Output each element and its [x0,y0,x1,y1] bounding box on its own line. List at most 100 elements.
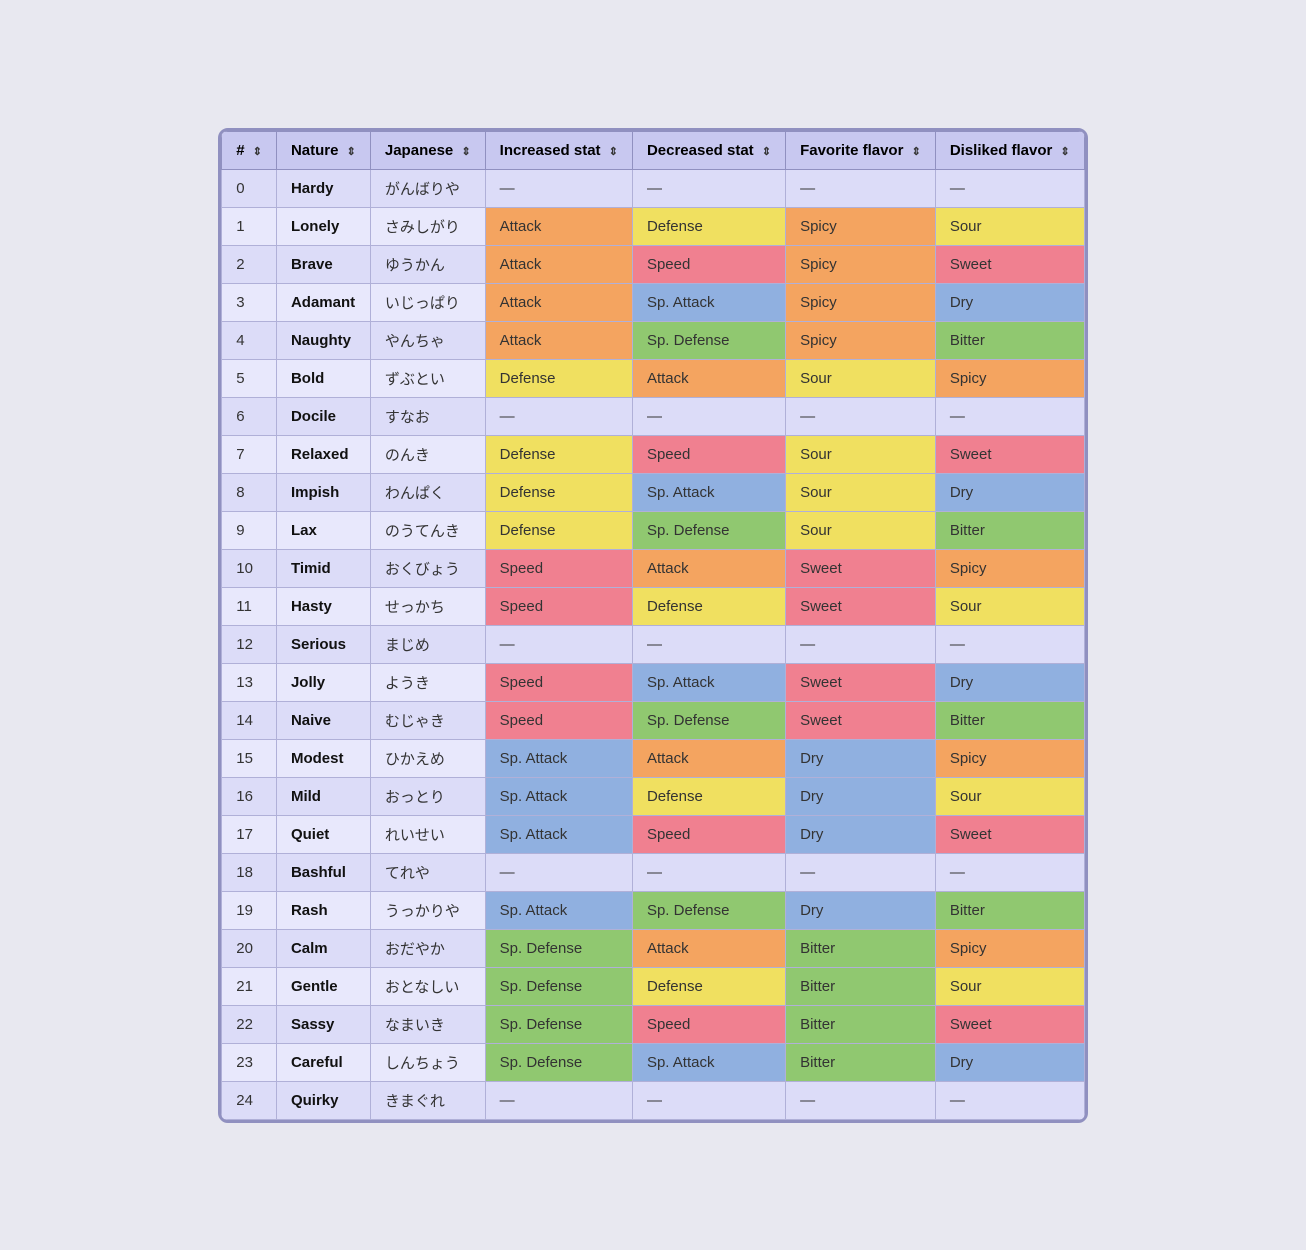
cell-nature-name: Impish [276,473,370,511]
cell-favorite-flavor: Sweet [786,663,936,701]
cell-disliked-flavor: Sweet [935,815,1084,853]
cell-japanese: やんちゃ [370,321,485,359]
cell-num: 1 [222,207,277,245]
cell-nature-name: Careful [276,1043,370,1081]
cell-decreased-stat: Sp. Defense [632,891,785,929]
sort-icon-japanese: ⇕ [461,145,470,158]
cell-num: 7 [222,435,277,473]
cell-japanese: むじゃき [370,701,485,739]
cell-favorite-flavor: Dry [786,777,936,815]
cell-nature-name: Serious [276,625,370,663]
cell-num: 14 [222,701,277,739]
cell-japanese: さみしがり [370,207,485,245]
cell-increased-stat: Sp. Defense [485,1043,632,1081]
cell-nature-name: Modest [276,739,370,777]
sort-icon-disliked: ⇕ [1061,145,1070,158]
cell-nature-name: Calm [276,929,370,967]
col-header-nature-label: Nature [291,142,339,159]
cell-decreased-stat: — [632,625,785,663]
cell-increased-stat: Attack [485,245,632,283]
cell-nature-name: Hardy [276,169,370,207]
cell-japanese: しんちょう [370,1043,485,1081]
cell-disliked-flavor: — [935,169,1084,207]
cell-disliked-flavor: — [935,853,1084,891]
cell-increased-stat: — [485,853,632,891]
col-header-disliked[interactable]: Disliked flavor ⇕ [935,131,1084,169]
table-row: 16MildおっとりSp. AttackDefenseDrySour [222,777,1085,815]
cell-increased-stat: Speed [485,549,632,587]
cell-decreased-stat: Defense [632,777,785,815]
table-row: 14NaiveむじゃきSpeedSp. DefenseSweetBitter [222,701,1085,739]
col-header-favorite[interactable]: Favorite flavor ⇕ [786,131,936,169]
col-header-japanese[interactable]: Japanese ⇕ [370,131,485,169]
table-row: 24Quirkyきまぐれ———— [222,1081,1085,1119]
cell-favorite-flavor: Sweet [786,587,936,625]
cell-favorite-flavor: Bitter [786,929,936,967]
cell-increased-stat: Speed [485,701,632,739]
table-row: 18Bashfulてれや———— [222,853,1085,891]
cell-japanese: おくびょう [370,549,485,587]
cell-num: 24 [222,1081,277,1119]
cell-increased-stat: Sp. Attack [485,777,632,815]
cell-decreased-stat: Sp. Defense [632,321,785,359]
cell-disliked-flavor: Sweet [935,435,1084,473]
cell-disliked-flavor: Dry [935,663,1084,701]
col-header-favorite-label: Favorite flavor [800,142,903,159]
cell-decreased-stat: Attack [632,549,785,587]
col-header-increased[interactable]: Increased stat ⇕ [485,131,632,169]
col-header-nature[interactable]: Nature ⇕ [276,131,370,169]
table-row: 15ModestひかえめSp. AttackAttackDrySpicy [222,739,1085,777]
cell-disliked-flavor: Sweet [935,1005,1084,1043]
cell-japanese: のうてんき [370,511,485,549]
cell-disliked-flavor: Sour [935,777,1084,815]
cell-japanese: ゆうかん [370,245,485,283]
cell-disliked-flavor: Sweet [935,245,1084,283]
cell-favorite-flavor: Spicy [786,245,936,283]
cell-increased-stat: Attack [485,207,632,245]
cell-nature-name: Docile [276,397,370,435]
header-row: # ⇕ Nature ⇕ Japanese ⇕ Increased stat ⇕… [222,131,1085,169]
cell-japanese: がんばりや [370,169,485,207]
cell-nature-name: Lax [276,511,370,549]
table-row: 5BoldずぶといDefenseAttackSourSpicy [222,359,1085,397]
cell-nature-name: Jolly [276,663,370,701]
cell-disliked-flavor: Spicy [935,929,1084,967]
natures-table-wrapper: # ⇕ Nature ⇕ Japanese ⇕ Increased stat ⇕… [218,128,1088,1123]
cell-num: 16 [222,777,277,815]
cell-num: 6 [222,397,277,435]
cell-disliked-flavor: — [935,625,1084,663]
cell-japanese: せっかち [370,587,485,625]
table-row: 6Docileすなお———— [222,397,1085,435]
cell-num: 9 [222,511,277,549]
cell-num: 23 [222,1043,277,1081]
cell-num: 18 [222,853,277,891]
cell-nature-name: Naive [276,701,370,739]
table-row: 4NaughtyやんちゃAttackSp. DefenseSpicyBitter [222,321,1085,359]
cell-decreased-stat: Sp. Attack [632,473,785,511]
cell-nature-name: Mild [276,777,370,815]
cell-disliked-flavor: Spicy [935,359,1084,397]
cell-favorite-flavor: Spicy [786,283,936,321]
cell-favorite-flavor: Sour [786,435,936,473]
cell-num: 2 [222,245,277,283]
table-row: 9LaxのうてんきDefenseSp. DefenseSourBitter [222,511,1085,549]
table-row: 1LonelyさみしがりAttackDefenseSpicySour [222,207,1085,245]
cell-japanese: てれや [370,853,485,891]
cell-decreased-stat: Defense [632,207,785,245]
table-row: 13JollyようきSpeedSp. AttackSweetDry [222,663,1085,701]
table-row: 11HastyせっかちSpeedDefenseSweetSour [222,587,1085,625]
cell-disliked-flavor: Dry [935,473,1084,511]
cell-favorite-flavor: Bitter [786,1043,936,1081]
cell-num: 17 [222,815,277,853]
cell-japanese: いじっぱり [370,283,485,321]
cell-japanese: うっかりや [370,891,485,929]
col-header-num-label: # [236,142,244,159]
col-header-num[interactable]: # ⇕ [222,131,277,169]
cell-japanese: のんき [370,435,485,473]
cell-favorite-flavor: Dry [786,815,936,853]
col-header-decreased[interactable]: Decreased stat ⇕ [632,131,785,169]
table-row: 20CalmおだやかSp. DefenseAttackBitterSpicy [222,929,1085,967]
cell-disliked-flavor: Sour [935,207,1084,245]
cell-increased-stat: Defense [485,511,632,549]
cell-favorite-flavor: Sour [786,359,936,397]
